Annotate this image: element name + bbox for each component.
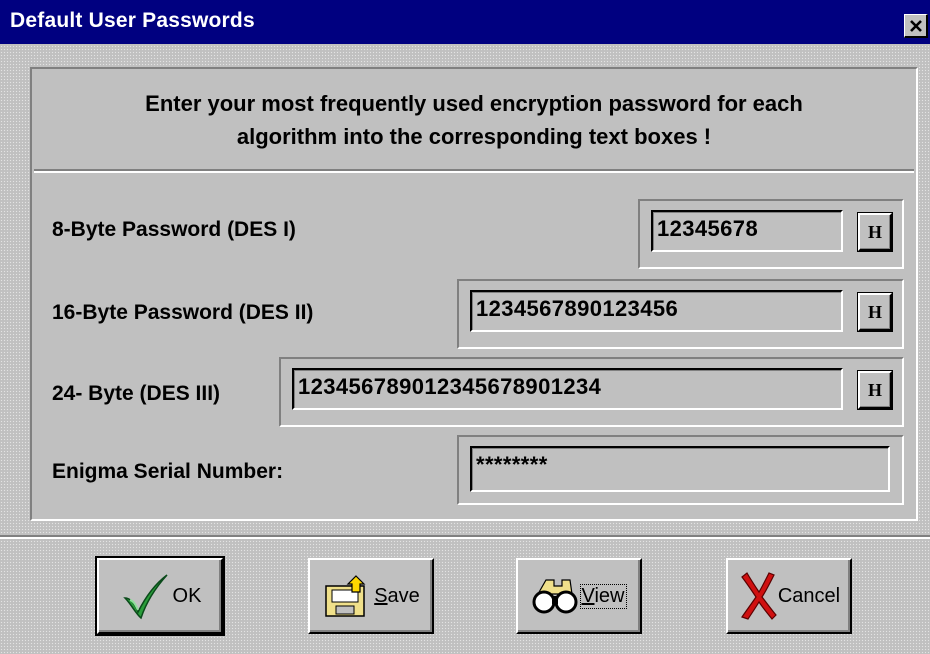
checkmark-icon: [122, 574, 168, 620]
instruction-line-2: algorithm into the corresponding text bo…: [236, 124, 712, 149]
window-title: Default User Passwords: [10, 9, 255, 32]
des2-label: 16-Byte Password (DES II): [52, 301, 314, 324]
des1-label: 8-Byte Password (DES I): [52, 218, 296, 241]
button-divider: [0, 535, 930, 537]
instruction-panel: Enter your most frequently used encrypti…: [34, 71, 914, 171]
binoculars-icon: [532, 579, 577, 614]
des1-h-button[interactable]: H: [858, 213, 892, 251]
des2-h-label: H: [867, 301, 882, 322]
serial-number-input[interactable]: ********: [470, 446, 890, 492]
save-label: Save: [374, 584, 420, 607]
cancel-button[interactable]: Cancel: [726, 558, 852, 634]
des1-password-input[interactable]: 12345678: [651, 210, 843, 252]
des3-h-button[interactable]: H: [858, 371, 892, 409]
des3-password-input[interactable]: 123456789012345678901234: [292, 368, 843, 410]
password-panel: Enter your most frequently used encrypti…: [30, 67, 918, 521]
view-button[interactable]: View: [516, 558, 642, 634]
des3-label: 24- Byte (DES III): [52, 382, 221, 405]
des3-group: 123456789012345678901234 H: [279, 357, 904, 427]
save-disk-icon: [325, 575, 366, 617]
des1-h-label: H: [867, 221, 882, 242]
ok-button[interactable]: OK: [95, 556, 225, 636]
title-bar[interactable]: Default User Passwords: [0, 0, 930, 44]
red-x-icon: [740, 572, 777, 620]
des2-password-input[interactable]: 1234567890123456: [470, 290, 843, 332]
ok-label: OK: [172, 584, 202, 607]
save-button[interactable]: Save: [308, 558, 434, 634]
serial-group: ********: [457, 435, 904, 505]
des3-h-label: H: [867, 379, 882, 400]
des1-group: 12345678 H: [638, 199, 904, 269]
des2-group: 1234567890123456 H: [457, 279, 904, 349]
instruction-line-1: Enter your most frequently used encrypti…: [145, 91, 803, 116]
close-icon: [909, 19, 922, 32]
des2-h-button[interactable]: H: [858, 293, 892, 331]
instruction-text: Enter your most frequently used encrypti…: [64, 87, 884, 153]
cancel-label: Cancel: [777, 584, 841, 607]
view-label: View: [579, 583, 627, 609]
serial-label: Enigma Serial Number:: [52, 460, 284, 483]
dialog-window: Default User Passwords Enter your most f…: [0, 0, 930, 654]
close-button[interactable]: [904, 14, 928, 38]
